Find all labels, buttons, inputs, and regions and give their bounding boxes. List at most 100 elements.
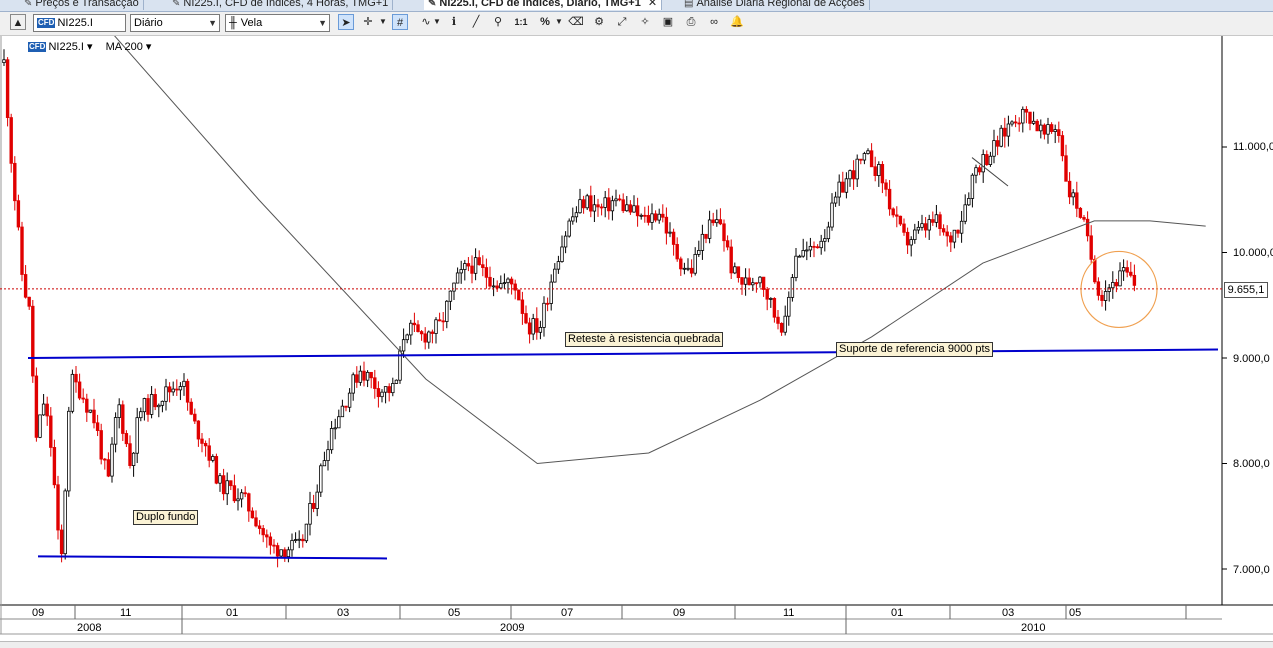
candle-body [1042, 124, 1047, 135]
close-tab-icon[interactable]: ✕ [648, 0, 657, 9]
candle-body [52, 447, 57, 486]
candle-body [1085, 218, 1090, 237]
candle-body [423, 333, 427, 343]
tab-prices[interactable]: ✎ Preços e Transacção [20, 0, 144, 10]
candle-body [45, 403, 49, 417]
tab-daily-chart[interactable]: ✎ NI225.I, CFD de Índices, Diário, TMG+1 … [424, 0, 663, 10]
template-icon[interactable]: ⚙ [591, 14, 607, 30]
cursor-tool-icon[interactable]: ➤ [338, 14, 354, 30]
candle-body [589, 195, 593, 212]
candle-body [445, 300, 449, 322]
retest-label[interactable]: Reteste à resistencia quebrada [565, 332, 724, 347]
candle-body [365, 371, 370, 381]
candle-body [815, 246, 820, 249]
candle-body [41, 403, 46, 416]
candle-body [866, 150, 870, 154]
candle-body [617, 198, 622, 201]
cfd-badge: CFD [28, 42, 47, 53]
candle-body [574, 212, 579, 218]
candle-body [657, 213, 661, 221]
indicator-dropdown-icon[interactable]: ▼ [432, 14, 442, 30]
candle-body [419, 331, 424, 335]
x-month-label: 11 [120, 607, 132, 619]
candle-body [959, 220, 964, 234]
candle-body [95, 422, 100, 431]
info-icon[interactable]: ℹ [446, 14, 462, 30]
candle-body [383, 386, 388, 393]
candle-body [934, 214, 939, 223]
collapse-button[interactable]: ▲ [10, 14, 26, 30]
support-trendline [27, 348, 1219, 359]
candle-body [106, 459, 111, 477]
candle-body [851, 170, 856, 180]
candle-body [261, 528, 265, 536]
candle-body [452, 282, 456, 292]
candle-body [146, 398, 150, 415]
percent-dropdown-icon[interactable]: ▼ [554, 14, 564, 30]
chart-style-select[interactable]: ╫ Vela ▼ [225, 14, 330, 32]
legend-instrument[interactable]: CFD NI225.I ▾ [28, 41, 93, 53]
candle-body [1103, 291, 1108, 301]
grid-tool-icon[interactable]: # [392, 14, 408, 30]
instrument-field[interactable]: CFD NI225.I [33, 14, 126, 32]
candle-body [473, 257, 478, 274]
support-label[interactable]: Suporte de referencia 9000 pts [836, 342, 994, 357]
link-icon[interactable]: ∞ [706, 14, 722, 30]
candle-body [1107, 287, 1111, 292]
candle-body [491, 285, 496, 288]
percent-icon[interactable]: % [537, 14, 553, 30]
draw-line-icon[interactable]: ╱ [468, 14, 484, 30]
candle-body [329, 428, 334, 451]
objects-icon[interactable]: ✧ [637, 14, 653, 30]
crosshair-tool-icon[interactable]: ✛ [360, 14, 376, 30]
candle-body [121, 404, 125, 434]
legend-ma200[interactable]: MA 200 ▾ [106, 41, 152, 53]
candle-body [772, 298, 777, 318]
candle-body [988, 155, 993, 165]
candle-body [1067, 180, 1072, 198]
crosshair-dropdown-icon[interactable]: ▼ [378, 14, 388, 30]
candle-body [1089, 235, 1093, 260]
eraser-icon[interactable]: ⌫ [568, 14, 584, 30]
candle-body [160, 400, 165, 406]
candle-body [524, 313, 528, 324]
candle-body [844, 178, 849, 193]
candle-body [185, 380, 190, 403]
candle-body [1064, 155, 1068, 182]
save-icon[interactable]: ▣ [660, 14, 676, 30]
candle-body [448, 290, 453, 302]
candle-body [131, 452, 136, 466]
candle-body [938, 214, 942, 230]
candle-body [790, 277, 795, 298]
candle-body [254, 517, 258, 527]
candle-body [135, 417, 139, 454]
candle-body [1006, 123, 1011, 137]
candle-body [1035, 120, 1039, 132]
period-select[interactable]: Diário ▼ [130, 14, 220, 32]
candle-body [171, 388, 175, 393]
y-tick-label: 9.000,0 [1233, 353, 1270, 365]
candle-body [711, 219, 715, 224]
tab-4h-chart[interactable]: ✎ NI225.I, CFD de Índices, 4 Horas, TMG+1 [168, 0, 394, 10]
candle-body [308, 503, 312, 525]
double-bottom-label[interactable]: Duplo fundo [133, 510, 199, 525]
tab-bar: ✎ Preços e Transacção ✎ NI225.I, CFD de Ín… [0, 0, 1273, 12]
candle-body [718, 219, 723, 225]
print-icon[interactable]: ⎙ [683, 14, 699, 30]
candle-body [157, 404, 161, 408]
alert-bell-icon[interactable]: 🔔 [729, 14, 745, 30]
chart-toolbar: ▲ CFD NI225.I Diário ▼ ╫ Vela ▼ ➤ ✛ ▼ # ∿ ▼ … [0, 12, 1273, 36]
tab-regional-analysis[interactable]: ▤ Análise Diária Regional de Acções [680, 0, 870, 10]
candle-body [560, 246, 564, 262]
candle-body [81, 397, 85, 400]
reset-zoom-icon[interactable]: 1:1 [513, 14, 529, 30]
candle-body [949, 235, 953, 243]
candle-body [808, 245, 813, 251]
expand-icon[interactable]: ⤢ [614, 14, 630, 30]
candle-body [535, 318, 539, 333]
candle-body [873, 166, 877, 176]
candle-body [643, 214, 647, 217]
zoom-icon[interactable]: ⚲ [490, 14, 506, 30]
candle-body [819, 240, 823, 249]
candle-body [405, 334, 409, 341]
